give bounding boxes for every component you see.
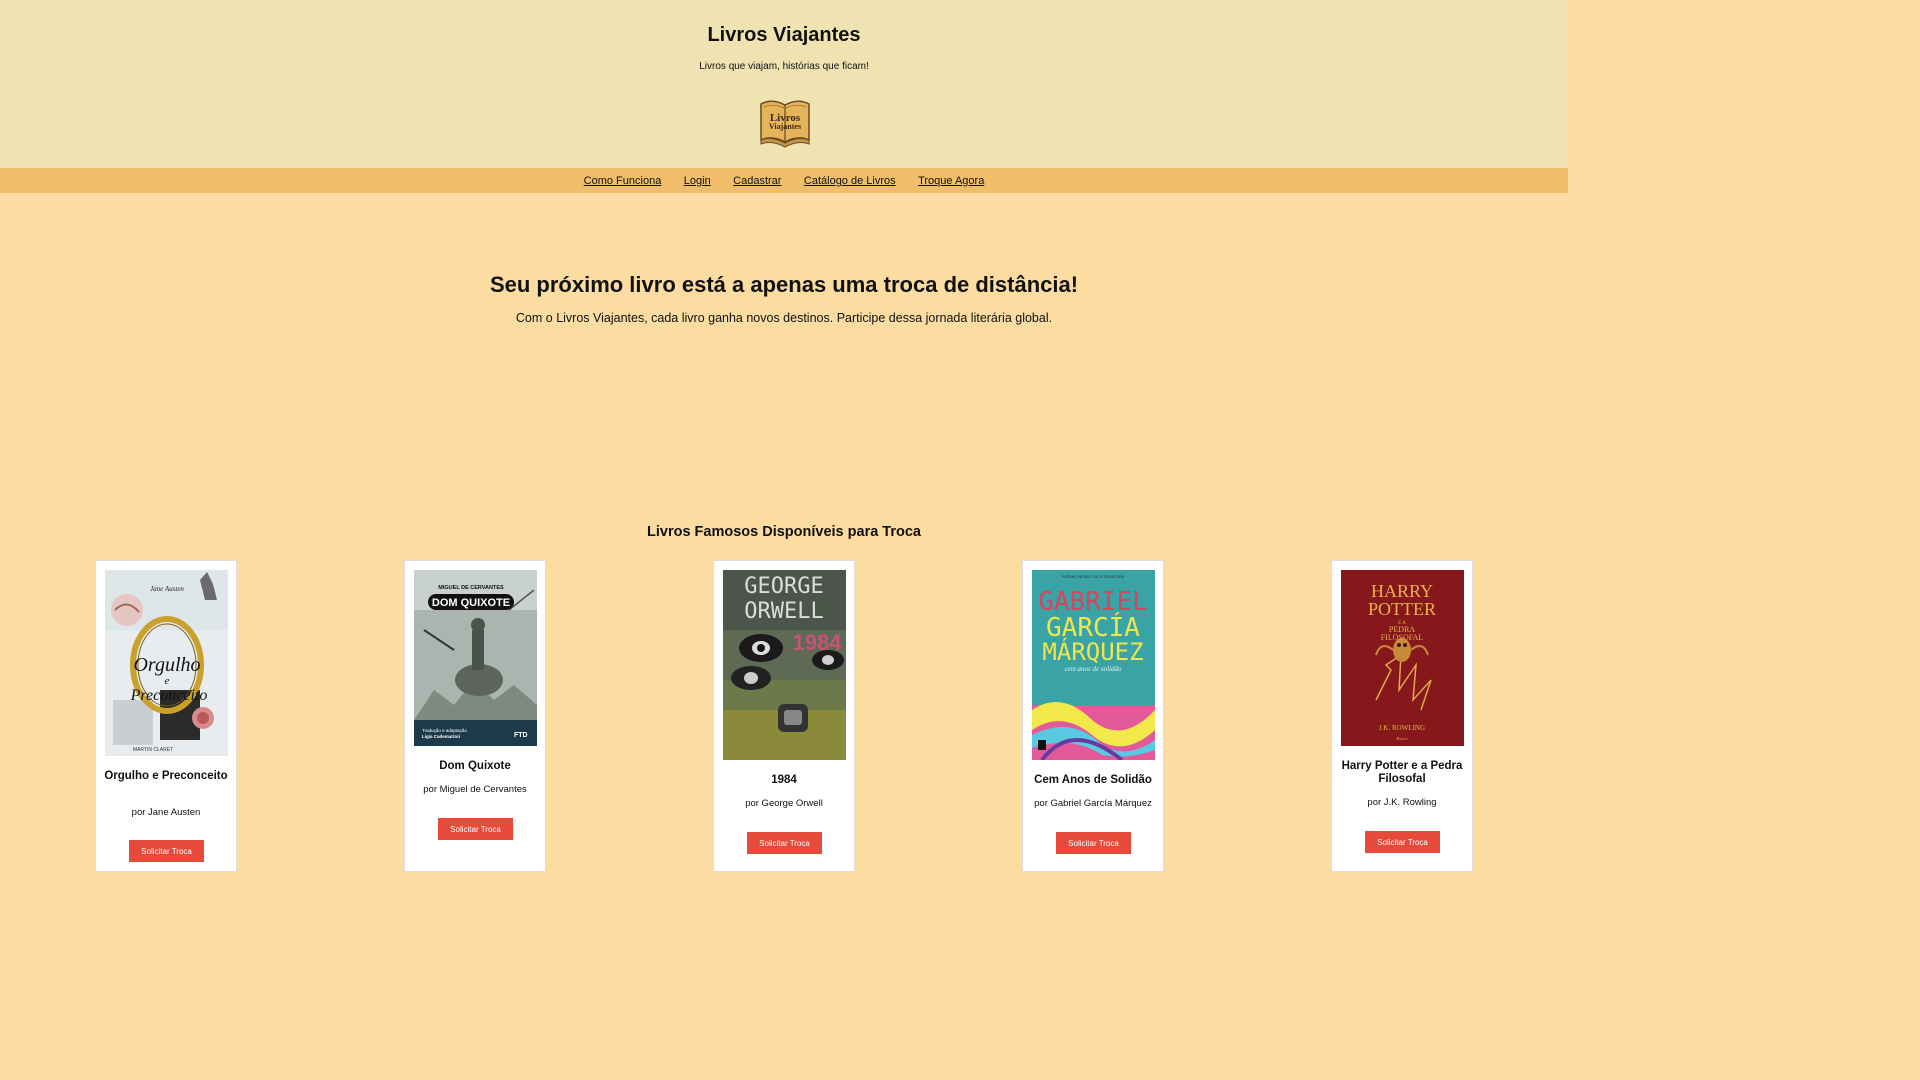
cover-text: Preconceito	[130, 687, 208, 704]
cover-text: PRÊMIO NOBEL DE LITERATURA	[1062, 574, 1125, 579]
book-cover[interactable]: Jane Austen Orgulho e Preconceito MARTIN…	[105, 570, 228, 756]
cover-text: GEORGE	[744, 574, 823, 599]
cover-text: Tradução e adaptação	[422, 728, 467, 733]
book-card-cem-anos-de-solidao: PRÊMIO NOBEL DE LITERATURA GABRIEL GARCÍ…	[1022, 560, 1164, 872]
logo-text-viajantes: Viajantes	[769, 122, 801, 131]
cover-text: J.K. ROWLING	[1379, 724, 1425, 732]
cover-text: ORWELL	[744, 599, 823, 624]
cover-cem-anos-de-solidao: PRÊMIO NOBEL DE LITERATURA GABRIEL GARCÍ…	[1032, 570, 1155, 760]
cover-text: MIGUEL DE CERVANTES	[438, 585, 504, 591]
book-title: Cem Anos de Solidão	[1034, 774, 1152, 786]
book-author: por George Orwell	[745, 798, 823, 809]
book-title: Harry Potter e a Pedra Filosofal	[1341, 760, 1463, 785]
site-tagline: Livros que viajam, histórias que ficam!	[699, 61, 869, 72]
book-author: por Jane Austen	[131, 807, 201, 818]
book-cover[interactable]: GEORGE ORWELL 1984	[723, 570, 846, 760]
cover-text: DOM QUIXOTE	[432, 597, 510, 609]
request-trade-button[interactable]: Solicitar Troca	[438, 818, 513, 840]
cover-text: MARTIN CLARET	[133, 747, 173, 753]
cover-text: Rocco	[1395, 736, 1408, 741]
nav-link-catalogo[interactable]: Catálogo de Livros	[804, 168, 896, 194]
book-title: Orgulho e Preconceito	[104, 770, 228, 782]
book-card-1984: GEORGE ORWELL 1984 1984 por George Orwel…	[713, 560, 855, 872]
cover-text: Jane Austen	[150, 585, 184, 593]
cover-text: Orgulho	[133, 654, 200, 676]
site-title: Livros Viajantes	[707, 24, 861, 46]
book-title: Dom Quixote	[439, 760, 511, 772]
nav-link-cadastrar[interactable]: Cadastrar	[733, 168, 781, 194]
request-trade-button[interactable]: Solicitar Troca	[1056, 832, 1131, 854]
cover-text: cem anos de solidão	[1065, 665, 1122, 673]
cover-text: HARRY	[1371, 581, 1433, 601]
book-author: por Gabriel García Márquez	[1034, 798, 1152, 809]
book-card-harry-potter: HARRY POTTER E A PEDRA FILOSOFAL J.K. RO…	[1331, 560, 1473, 872]
cover-text: FILOSOFAL	[1381, 633, 1424, 642]
cover-harry-potter: HARRY POTTER E A PEDRA FILOSOFAL J.K. RO…	[1341, 570, 1464, 746]
cover-text: Ligia Cademartori	[422, 734, 460, 739]
nav-link-login[interactable]: Login	[684, 168, 711, 194]
cover-text: e	[165, 675, 170, 687]
book-card-orgulho-e-preconceito: Jane Austen Orgulho e Preconceito MARTIN…	[95, 560, 237, 872]
site-header: Livros Viajantes Livros que viajam, hist…	[0, 0, 1568, 168]
main-nav: Como Funciona Login Cadastrar Catálogo d…	[0, 168, 1568, 193]
request-trade-button[interactable]: Solicitar Troca	[129, 840, 204, 862]
request-trade-button[interactable]: Solicitar Troca	[747, 832, 822, 854]
cover-1984: GEORGE ORWELL 1984	[723, 570, 846, 760]
nav-link-como-funciona[interactable]: Como Funciona	[584, 168, 662, 194]
cover-dom-quixote: MIGUEL DE CERVANTES DOM QUIXOTE Tradução…	[414, 570, 537, 746]
book-title: 1984	[771, 774, 797, 786]
request-trade-button[interactable]: Solicitar Troca	[1365, 831, 1440, 853]
book-cover[interactable]: MIGUEL DE CERVANTES DOM QUIXOTE Tradução…	[414, 570, 537, 746]
book-cover[interactable]: HARRY POTTER E A PEDRA FILOSOFAL J.K. RO…	[1341, 570, 1464, 746]
nav-link-troque-agora[interactable]: Troque Agora	[918, 168, 984, 194]
hero-text: Com o Livros Viajantes, cada livro ganha…	[515, 311, 1053, 325]
hero-title: Seu próximo livro está a apenas uma troc…	[489, 272, 1079, 297]
cover-text: POTTER	[1368, 599, 1436, 619]
book-card-dom-quixote: MIGUEL DE CERVANTES DOM QUIXOTE Tradução…	[404, 560, 546, 872]
cover-orgulho-e-preconceito: Jane Austen Orgulho e Preconceito MARTIN…	[105, 570, 228, 756]
cover-text: FTD	[514, 732, 528, 739]
cover-text: MÁRQUEZ	[1042, 637, 1143, 666]
book-author: por J.K. Rowling	[1367, 797, 1437, 808]
book-cover[interactable]: PRÊMIO NOBEL DE LITERATURA GABRIEL GARCÍ…	[1032, 570, 1155, 760]
cover-text: 1984	[793, 630, 843, 655]
catalog-title: Livros Famosos Disponíveis para Troca	[647, 524, 921, 540]
book-logo-icon[interactable]: Livros Viajantes	[758, 96, 812, 149]
book-author: por Miguel de Cervantes	[423, 784, 527, 795]
